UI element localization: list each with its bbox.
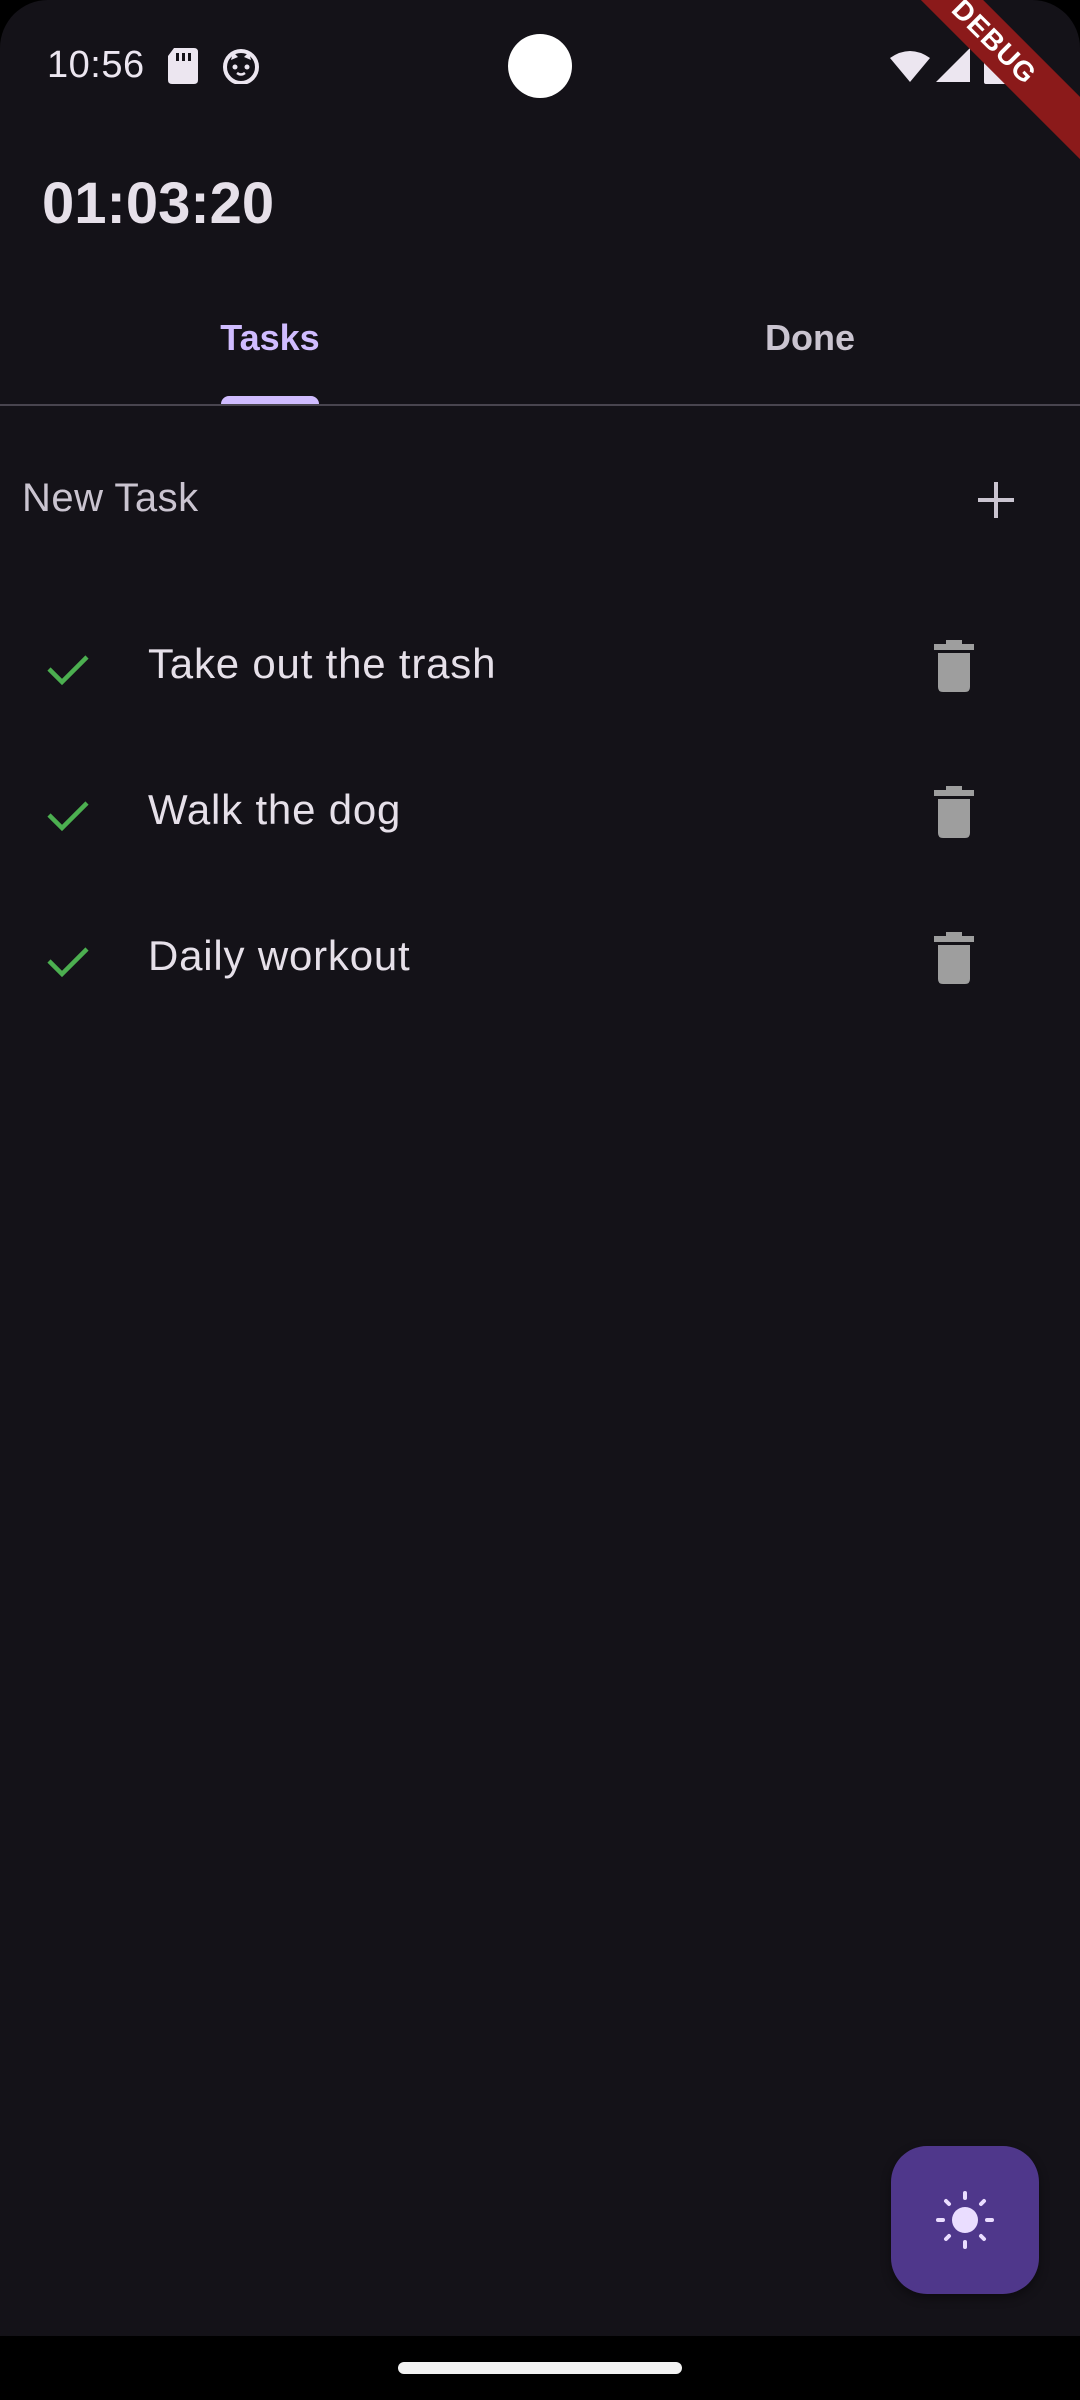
tab-tasks[interactable]: Tasks — [0, 290, 540, 404]
wifi-icon — [890, 50, 930, 87]
home-gesture-handle[interactable] — [398, 2362, 682, 2374]
camera-cutout — [508, 34, 572, 98]
add-task-button[interactable] — [956, 460, 1036, 540]
tab-done[interactable]: Done — [540, 290, 1080, 404]
app-screen: 10:56 DEBUG 01:03:20 Tasks Done New Task… — [0, 0, 1080, 2336]
check-icon[interactable] — [46, 938, 90, 982]
new-task-input[interactable] — [22, 466, 902, 530]
task-item[interactable]: Walk the dog — [0, 740, 1080, 886]
signal-icon — [936, 48, 970, 87]
sd-card-icon — [168, 48, 198, 89]
trash-icon[interactable] — [930, 640, 978, 692]
check-icon[interactable] — [46, 646, 90, 690]
trash-icon[interactable] — [930, 932, 978, 984]
cat-face-icon — [222, 48, 260, 89]
timer-title: 01:03:20 — [42, 171, 275, 236]
task-item[interactable]: Daily workout — [0, 886, 1080, 1032]
status-time: 10:56 — [47, 44, 145, 86]
task-label: Daily workout — [148, 932, 411, 979]
task-item[interactable]: Take out the trash — [0, 594, 1080, 740]
trash-icon[interactable] — [930, 786, 978, 838]
check-icon[interactable] — [46, 792, 90, 836]
tab-bar: Tasks Done — [0, 290, 1080, 406]
status-bar: 10:56 DEBUG — [0, 0, 1080, 164]
plus-icon — [978, 482, 1014, 518]
new-task-row — [0, 440, 1080, 560]
brightness-icon — [936, 2191, 994, 2249]
theme-toggle-fab[interactable] — [891, 2146, 1039, 2294]
task-label: Walk the dog — [148, 786, 402, 833]
tab-indicator — [221, 396, 319, 404]
task-label: Take out the trash — [148, 640, 497, 687]
